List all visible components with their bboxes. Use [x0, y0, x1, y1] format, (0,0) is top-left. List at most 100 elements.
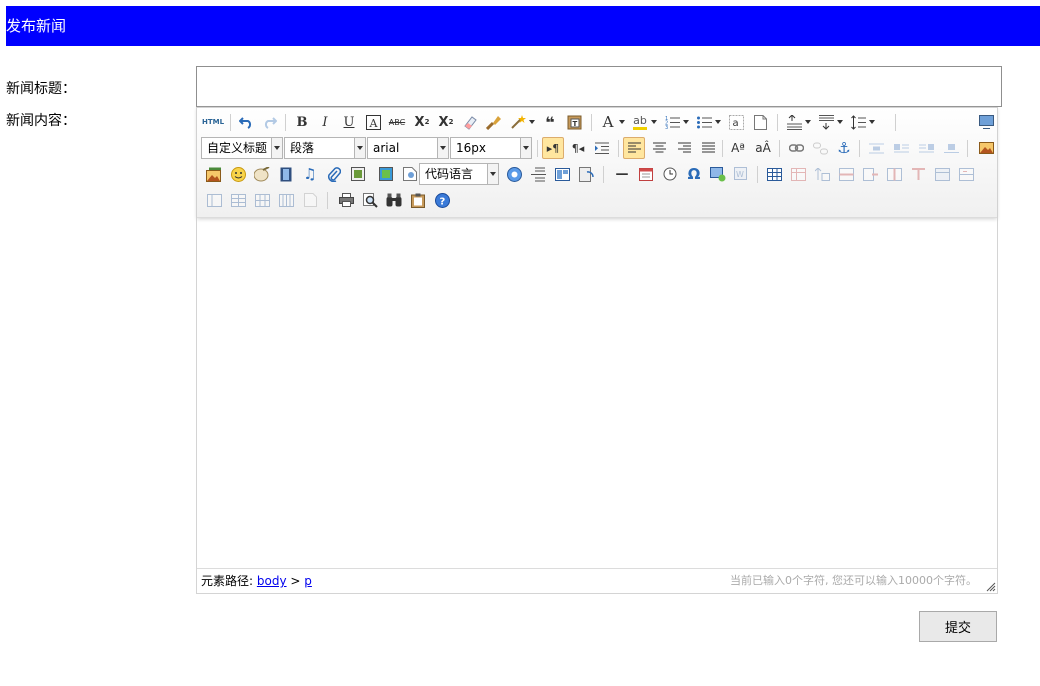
music-icon[interactable]: ♫	[299, 163, 321, 185]
align-right-icon[interactable]	[673, 137, 695, 159]
paragraph-format-select[interactable]: 段落	[284, 137, 366, 159]
split-to-rows-icon[interactable]	[227, 189, 249, 211]
eraser-icon[interactable]	[459, 111, 481, 133]
scrawl-icon[interactable]	[251, 163, 273, 185]
drafts-icon[interactable]	[407, 189, 429, 211]
multi-image-icon[interactable]	[203, 163, 225, 185]
web-app-icon[interactable]	[503, 163, 525, 185]
undo-icon[interactable]	[235, 111, 257, 133]
image-right-icon[interactable]	[915, 137, 937, 159]
split-to-cells-icon[interactable]	[275, 189, 297, 211]
subscript-icon[interactable]: X2	[435, 111, 457, 133]
auto-typeset-icon[interactable]	[507, 111, 535, 133]
custom-heading-select[interactable]: 自定义标题	[201, 137, 283, 159]
align-left-icon[interactable]	[623, 137, 645, 159]
emotion-icon[interactable]	[227, 163, 249, 185]
print-icon[interactable]	[335, 189, 357, 211]
image-left-icon[interactable]	[890, 137, 912, 159]
insert-row-icon[interactable]	[835, 163, 857, 185]
page-break-doc-icon[interactable]	[399, 163, 421, 185]
superscript-icon[interactable]: X2	[411, 111, 433, 133]
code-language-select[interactable]: 代码语言	[419, 163, 499, 185]
align-center-icon[interactable]	[648, 137, 670, 159]
image-none-icon[interactable]	[865, 137, 887, 159]
title-input[interactable]	[196, 66, 1002, 107]
page-header: 发布新闻	[6, 6, 1040, 46]
chevron-down-icon	[520, 138, 531, 158]
delete-row-icon[interactable]	[859, 163, 881, 185]
delete-caption-icon[interactable]	[299, 189, 321, 211]
clear-document-icon[interactable]	[749, 111, 771, 133]
resize-handle-icon[interactable]	[984, 580, 996, 592]
strikethrough-icon[interactable]: ABC	[386, 111, 408, 133]
insert-video-icon[interactable]	[275, 163, 297, 185]
insert-image-icon[interactable]	[975, 137, 997, 159]
row-spacing-top-icon[interactable]	[783, 111, 811, 133]
search-replace-icon[interactable]	[383, 189, 405, 211]
split-to-cols-icon[interactable]	[251, 189, 273, 211]
delete-col-icon[interactable]	[907, 163, 929, 185]
lowercase-icon[interactable]: aÂ	[752, 137, 774, 159]
insert-col-icon[interactable]	[883, 163, 905, 185]
element-path-p-link[interactable]: p	[304, 574, 312, 588]
preview-icon[interactable]	[359, 189, 381, 211]
format-painter-icon[interactable]	[483, 111, 505, 133]
page-break-icon[interactable]	[527, 163, 549, 185]
direction-ltr-icon[interactable]: ▸¶	[542, 137, 564, 159]
snapscreen-icon[interactable]	[707, 163, 729, 185]
insert-time-icon[interactable]	[659, 163, 681, 185]
paste-plain-icon[interactable]: T	[563, 111, 585, 133]
svg-text:W: W	[736, 170, 744, 179]
insert-paragraph-before-table-icon[interactable]	[811, 163, 833, 185]
indent-icon[interactable]	[591, 137, 613, 159]
svg-text:A: A	[368, 117, 378, 130]
merge-down-icon[interactable]	[203, 189, 225, 211]
line-height-icon[interactable]	[847, 111, 875, 133]
blockquote-icon[interactable]: ❝	[539, 111, 561, 133]
google-map-icon[interactable]	[375, 163, 397, 185]
submit-button[interactable]: 提交	[919, 611, 997, 642]
uppercase-icon[interactable]: Aª	[727, 137, 749, 159]
row-spacing-bottom-icon[interactable]	[815, 111, 843, 133]
anchor-icon[interactable]: ⚓	[833, 137, 855, 159]
italic-icon[interactable]: I	[314, 111, 336, 133]
ordered-list-icon[interactable]: 123	[661, 111, 689, 133]
underline-icon[interactable]: U	[338, 111, 360, 133]
highlight-color-icon[interactable]: ab	[629, 111, 657, 133]
fullscreen-icon[interactable]	[975, 111, 997, 133]
link-icon[interactable]	[785, 137, 807, 159]
delete-table-icon[interactable]	[787, 163, 809, 185]
direction-rtl-icon[interactable]: ¶◂	[567, 137, 589, 159]
unordered-list-icon[interactable]	[693, 111, 721, 133]
font-color-icon[interactable]: A	[597, 111, 625, 133]
image-center-icon[interactable]	[940, 137, 962, 159]
merge-cells-icon[interactable]	[931, 163, 953, 185]
template-icon[interactable]	[551, 163, 573, 185]
bold-icon[interactable]: B	[291, 111, 313, 133]
word-image-icon[interactable]: W	[731, 163, 753, 185]
element-path-body-link[interactable]: body	[257, 574, 287, 588]
help-icon[interactable]: ?	[431, 189, 453, 211]
redo-icon[interactable]	[259, 111, 281, 133]
source-html-icon[interactable]: HTML	[201, 111, 225, 133]
attachment-icon[interactable]	[323, 163, 345, 185]
font-family-select[interactable]: arial	[367, 137, 449, 159]
horizontal-rule-icon[interactable]: —	[611, 163, 633, 185]
unlink-icon[interactable]	[809, 137, 831, 159]
svg-text:a: a	[732, 118, 738, 129]
background-icon[interactable]	[575, 163, 597, 185]
font-border-icon[interactable]: A	[362, 111, 384, 133]
insert-date-icon[interactable]	[635, 163, 657, 185]
insert-table-icon[interactable]	[763, 163, 785, 185]
align-justify-icon[interactable]	[697, 137, 719, 159]
svg-text:3: 3	[665, 125, 668, 129]
editor-statusbar: 元素路径: body > p 当前已输入0个字符, 您还可以输入10000个字符…	[197, 568, 997, 593]
special-chars-icon[interactable]: Ω	[683, 163, 705, 185]
editor-content-area[interactable]	[197, 218, 997, 569]
select-all-icon[interactable]: a	[725, 111, 747, 133]
font-family-value: arial	[373, 141, 400, 155]
insert-frame-icon[interactable]	[347, 163, 369, 185]
font-size-select[interactable]: 16px	[450, 137, 532, 159]
source-html-label: HTML	[201, 118, 225, 126]
merge-right-icon[interactable]	[955, 163, 977, 185]
